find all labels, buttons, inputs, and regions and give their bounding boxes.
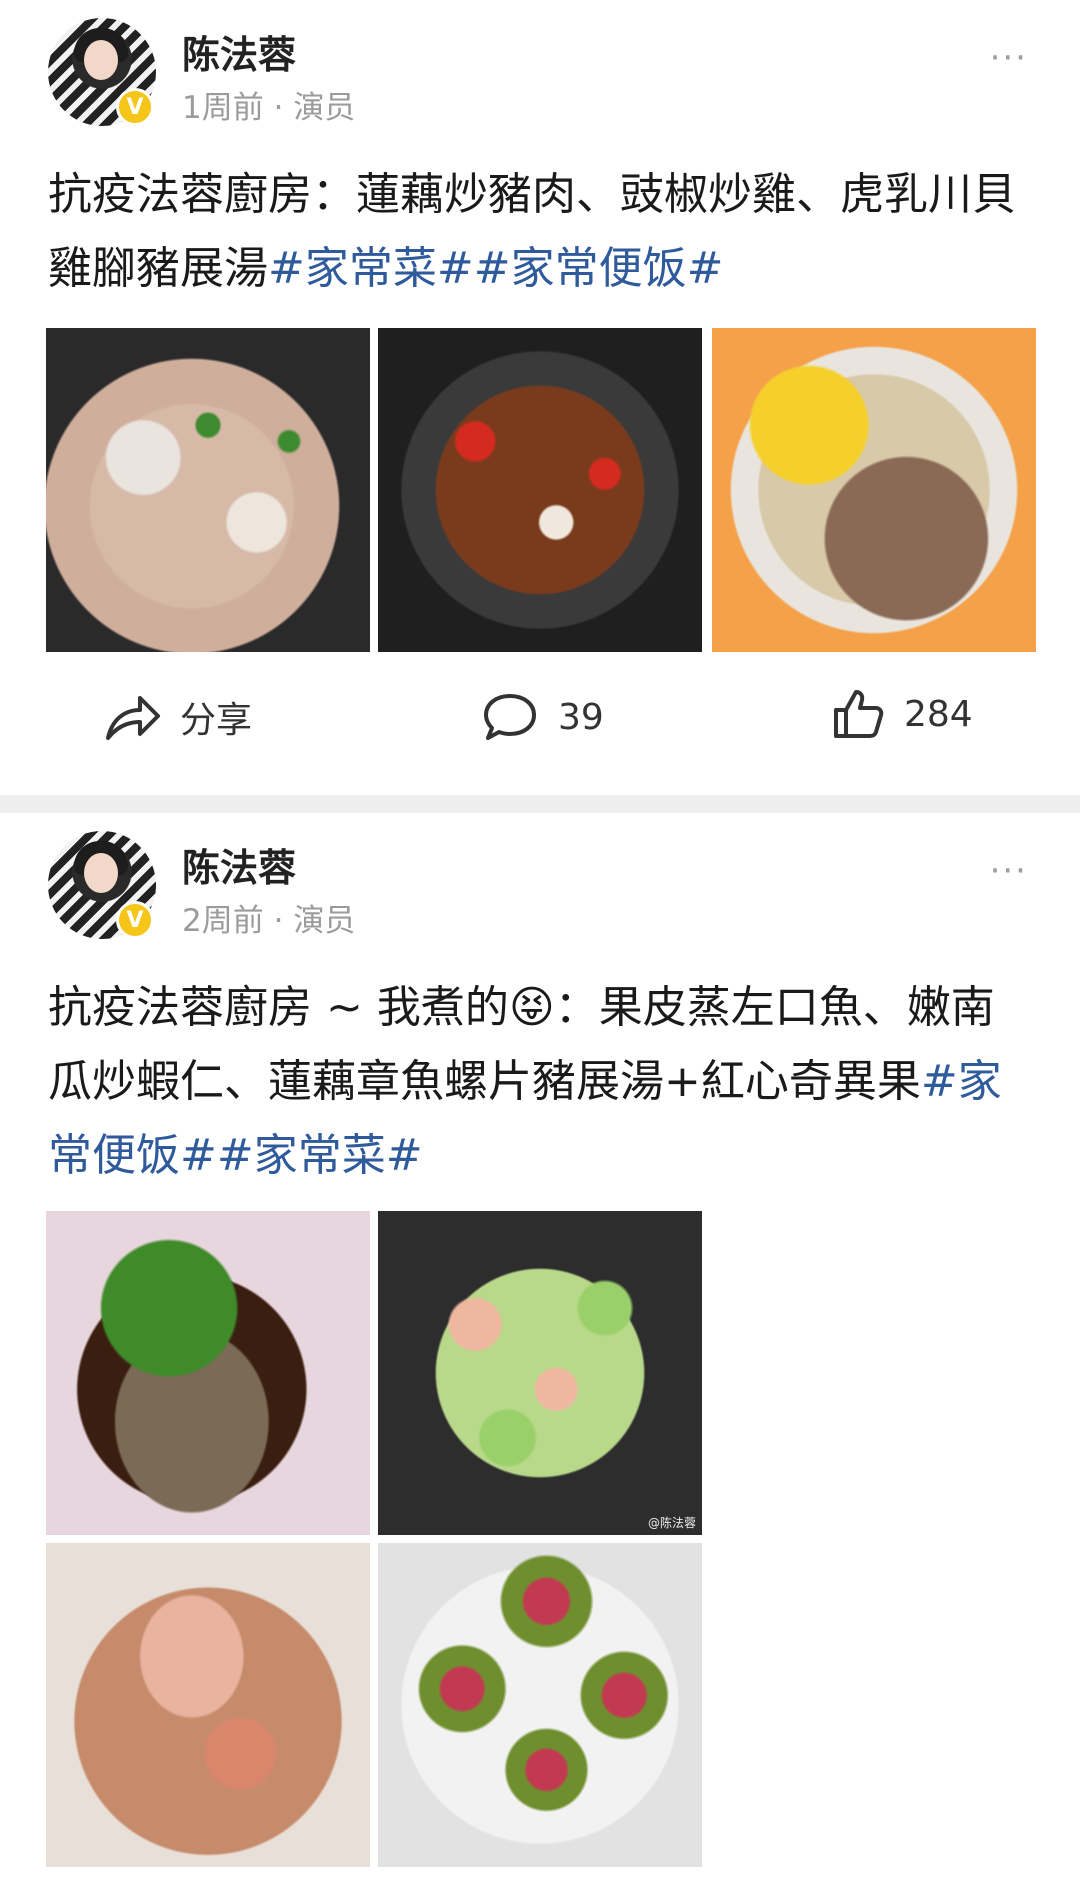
post-meta: 2周前 · 演员 [182, 895, 355, 940]
comment-button[interactable]: 39 [482, 690, 604, 744]
author-name[interactable]: 陈法蓉 [182, 837, 296, 892]
post-image-steamed-fish[interactable] [46, 1211, 370, 1535]
post-image-soup[interactable] [712, 328, 1036, 652]
share-button[interactable]: 分享 [102, 690, 252, 744]
meta-separator: · [273, 903, 284, 939]
like-count: 284 [904, 693, 973, 735]
hashtag[interactable]: #家常菜# [217, 1130, 423, 1181]
like-button[interactable]: 284 [830, 686, 973, 742]
post-image-pepper-chicken[interactable] [378, 328, 702, 652]
post-1: V 陈法蓉 1周前 · 演员 ··· 抗疫法蓉廚房：蓮藕炒豬肉、豉椒炒雞、虎乳川… [0, 0, 1080, 795]
post-image-kiwi[interactable] [378, 1543, 702, 1867]
verified-badge-icon: V [116, 901, 154, 939]
author-role: 演员 [293, 903, 356, 939]
post-meta: 1周前 · 演员 [182, 82, 355, 127]
more-icon[interactable]: ··· [990, 851, 1028, 891]
post-text: 抗疫法蓉廚房 ~ 我煮的😝：果皮蒸左口魚、嫩南瓜炒蝦仁、蓮藕章魚螺片豬展湯+紅心… [48, 971, 1038, 1193]
emoji: 😝 [508, 982, 555, 1033]
post-time: 2周前 [182, 903, 264, 939]
avatar-face [84, 853, 118, 893]
meta-separator: · [273, 90, 284, 126]
post-image-lotus-pork[interactable] [46, 328, 370, 652]
like-icon [834, 690, 884, 738]
verified-badge-icon: V [116, 88, 154, 126]
feed-divider [0, 795, 1080, 813]
post-image-shrimp-squash[interactable]: @陈法蓉 [378, 1211, 702, 1535]
author-name[interactable]: 陈法蓉 [182, 24, 296, 79]
comment-icon [484, 694, 536, 740]
comment-count: 39 [558, 696, 604, 738]
post-text: 抗疫法蓉廚房：蓮藕炒豬肉、豉椒炒雞、虎乳川貝雞腳豬展湯#家常菜##家常便饭# [48, 158, 1038, 306]
post-image-soup[interactable] [46, 1543, 370, 1867]
author-role: 演员 [293, 90, 356, 126]
image-watermark: @陈法蓉 [647, 1516, 696, 1530]
share-label: 分享 [180, 700, 253, 741]
avatar-face [84, 40, 118, 80]
post-time: 1周前 [182, 90, 264, 126]
post-2: V 陈法蓉 2周前 · 演员 ··· 抗疫法蓉廚房 ~ 我煮的😝：果皮蒸左口魚、… [0, 813, 1080, 1890]
hashtag[interactable]: #家常菜# [268, 243, 474, 294]
hashtag[interactable]: #家常便饭# [474, 243, 724, 294]
post-text-body: 抗疫法蓉廚房 ~ 我煮的 [48, 982, 509, 1033]
post-actions: 分享 39 284 [0, 680, 1080, 760]
share-icon [106, 696, 160, 740]
more-icon[interactable]: ··· [990, 38, 1028, 78]
